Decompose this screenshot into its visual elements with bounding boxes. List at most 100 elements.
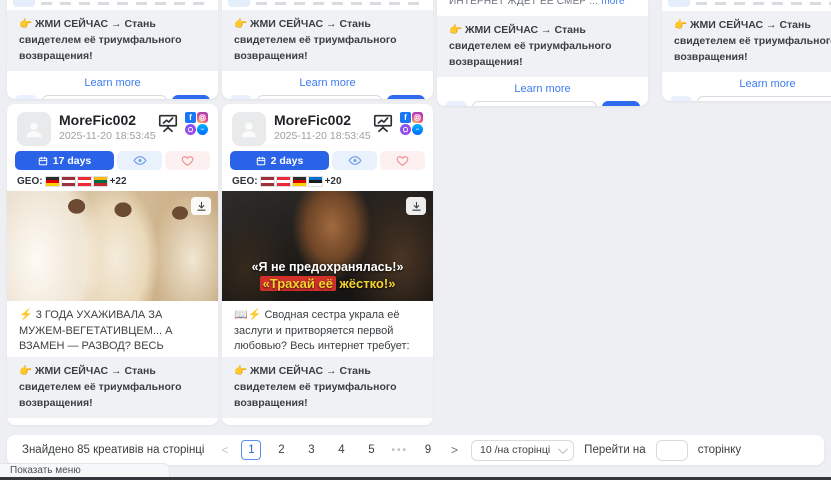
search-url-button[interactable]	[670, 96, 692, 101]
favorite-button[interactable]	[165, 151, 210, 170]
instagram-icon	[197, 112, 208, 123]
cta-quote-block: 👉 ЖМИ СЕЙЧАС → Стань свидетелем её триум…	[662, 11, 831, 72]
geo-label: GEO:	[232, 176, 258, 187]
landing-url-input[interactable]	[42, 95, 167, 99]
favorite-button[interactable]	[380, 151, 425, 170]
creative-datetime: 2025-11-20 18:53:45	[274, 130, 372, 142]
open-url-button[interactable]	[387, 95, 425, 99]
geo-flags	[46, 177, 107, 186]
geo-label: GEO:	[17, 176, 43, 187]
open-url-button[interactable]	[602, 101, 640, 106]
cutoff-text-fragment	[256, 2, 419, 5]
download-icon	[196, 201, 207, 212]
flag-at-icon	[78, 177, 91, 186]
days-active-button[interactable]: 17 days	[15, 151, 114, 170]
eye-icon	[348, 155, 362, 166]
days-active-button[interactable]: 2 days	[230, 151, 329, 170]
chevron-down-icon	[558, 444, 568, 454]
cta-quote-block: 👉 ЖМИ СЕЙЧАС → Стань свидетелем её триум…	[437, 16, 648, 77]
page-4[interactable]: 4	[331, 440, 351, 460]
creative-datetime: 2025-11-20 18:53:45	[59, 130, 157, 142]
geo-extra-count: +20	[325, 176, 342, 187]
creative-card-partial-1: 👉 ЖМИ СЕЙЧАС → Стань свидетелем её триум…	[7, 0, 218, 99]
creative-card-1: MoreFic002 2025-11-20 18:53:45 f 17 days	[7, 104, 218, 425]
image-overlay-text: «Я не предохранялась!» «Трахай её жёстко…	[222, 259, 433, 293]
creative-header: MoreFic002 2025-11-20 18:53:45 f	[7, 104, 218, 146]
heart-icon	[396, 155, 409, 167]
cutoff-fragment	[7, 0, 218, 8]
placements-icons: f	[400, 112, 423, 135]
creative-header: MoreFic002 2025-11-20 18:53:45 f	[222, 104, 433, 146]
cutoff-fragment: ИНТЕРНЕТ ЖДЁТ ЕЁ СМЕР ... more	[437, 0, 648, 9]
landing-url-input[interactable]	[257, 95, 382, 99]
next-page-button[interactable]: >	[448, 443, 461, 457]
show-menu-button[interactable]: Показать меню	[0, 463, 170, 477]
page-3[interactable]: 3	[301, 440, 321, 460]
calendar-icon	[38, 156, 48, 166]
cutoff-search-button-fragment	[228, 0, 250, 7]
cutoff-body-text: ИНТЕРНЕТ ЖДЁТ ЕЁ СМЕР ... more	[449, 0, 625, 7]
search-url-button[interactable]	[230, 95, 252, 99]
cta-quote-block: 👉 ЖМИ СЕЙЧАС → Стань свидетелем её триум…	[7, 357, 218, 418]
preview-button[interactable]	[332, 151, 377, 170]
download-icon	[411, 201, 422, 212]
preview-button[interactable]	[117, 151, 162, 170]
creative-card-partial-3: ИНТЕРНЕТ ЖДЁТ ЕЁ СМЕР ... more 👉 ЖМИ СЕЙ…	[437, 0, 648, 106]
eye-icon	[133, 155, 147, 166]
page-1[interactable]: 1	[241, 440, 261, 460]
learn-more-link[interactable]: Learn more	[437, 83, 648, 95]
url-row	[222, 94, 433, 99]
person-icon	[23, 118, 45, 140]
page-9[interactable]: 9	[418, 440, 438, 460]
more-link[interactable]: more	[601, 0, 625, 7]
avatar	[232, 112, 266, 146]
cutoff-text-fragment	[696, 2, 831, 5]
facebook-icon: f	[400, 112, 411, 123]
instagram-icon	[412, 112, 423, 123]
page-2[interactable]: 2	[271, 440, 291, 460]
download-image-button[interactable]	[191, 197, 211, 215]
search-url-button[interactable]	[15, 95, 37, 99]
flag-lt-icon	[94, 177, 107, 186]
profile-name: MoreFic002	[274, 112, 372, 128]
creative-image[interactable]: «Я не предохранялась!» «Трахай её жёстко…	[222, 191, 433, 301]
learn-more-link[interactable]: Learn more	[222, 77, 433, 89]
prev-page-button[interactable]: <	[218, 443, 231, 457]
download-image-button[interactable]	[406, 197, 426, 215]
pagination-bar: Знайдено 85 креативів на сторінці < 1 2 …	[7, 435, 824, 465]
learn-more-link[interactable]: Learn more	[222, 424, 433, 425]
flag-ee-icon	[309, 177, 322, 186]
goto-label-prefix: Перейти на	[584, 444, 646, 456]
cutoff-fragment	[662, 0, 831, 8]
geo-row: GEO: +22	[7, 175, 218, 187]
page-5[interactable]: 5	[361, 440, 381, 460]
landing-url-input[interactable]	[697, 96, 831, 101]
open-url-button[interactable]	[172, 95, 210, 99]
creative-image[interactable]	[7, 191, 218, 301]
cutoff-search-button-fragment	[668, 0, 690, 7]
search-url-button[interactable]	[445, 101, 467, 106]
creative-card-2: MoreFic002 2025-11-20 18:53:45 f 2 days	[222, 104, 433, 425]
cta-quote-block: 👉 ЖМИ СЕЙЧАС → Стань свидетелем её триум…	[222, 357, 433, 418]
cutoff-fragment	[222, 0, 433, 8]
goto-page-input[interactable]	[656, 440, 688, 461]
geo-extra-count: +22	[110, 176, 127, 187]
learn-more-link[interactable]: Learn more	[7, 77, 218, 89]
profile-name: MoreFic002	[59, 112, 157, 128]
learn-more-link[interactable]: Learn more	[662, 78, 831, 90]
url-row	[437, 100, 648, 106]
analytics-presentation-icon[interactable]	[372, 112, 394, 134]
creative-text: 📖⚡ Сводная сестра украла её заслуги и пр…	[222, 301, 433, 353]
geo-row: GEO: +20	[222, 175, 433, 187]
creative-card-partial-4: 👉 ЖМИ СЕЙЧАС → Стань свидетелем её триум…	[662, 0, 831, 101]
landing-url-input[interactable]	[472, 101, 597, 106]
flag-de-icon	[46, 177, 59, 186]
ad-spy-page: 👉 ЖМИ СЕЙЧАС → Стань свидетелем её триум…	[0, 0, 831, 480]
flag-de-icon	[293, 177, 306, 186]
calendar-icon	[256, 156, 266, 166]
creative-actions: 2 days	[222, 151, 433, 170]
page-size-select[interactable]: 10 /на сторінці	[471, 440, 574, 461]
page-ellipsis[interactable]: •••	[391, 445, 408, 456]
analytics-presentation-icon[interactable]	[157, 112, 179, 134]
learn-more-link[interactable]: Learn more	[7, 424, 218, 425]
